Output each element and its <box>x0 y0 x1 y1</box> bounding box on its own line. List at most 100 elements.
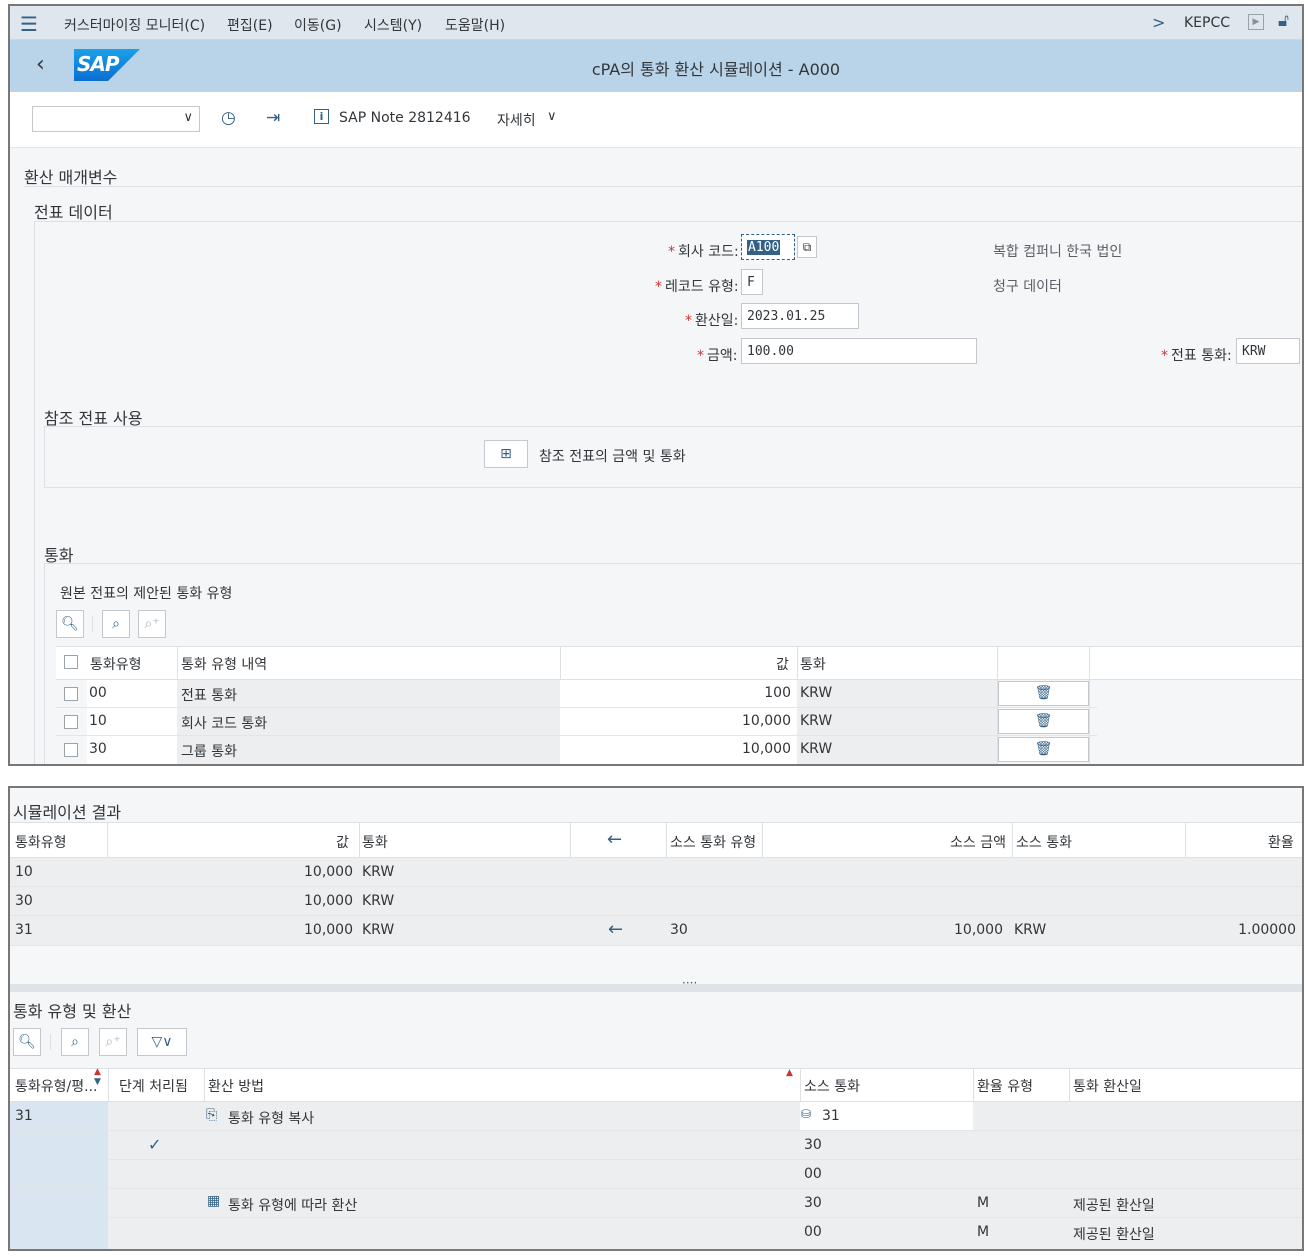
search-next-button[interactable]: ⌕⁺ <box>138 610 166 638</box>
col-source-currency[interactable]: 소스 통화 <box>1016 832 1072 852</box>
conv-search-button[interactable]: ⌕ <box>61 1028 89 1056</box>
divider <box>34 221 1302 222</box>
delete-row-button[interactable]: 🗑︎ <box>998 681 1089 706</box>
more-button[interactable]: 자세히 <box>497 110 536 130</box>
value-cell[interactable]: 10,000 <box>560 708 797 735</box>
currency-type-cell[interactable]: 30 <box>87 736 177 764</box>
col-step-processed[interactable]: 단계 처리됨 <box>119 1076 188 1096</box>
group-border <box>34 221 35 764</box>
record-type-input[interactable]: F <box>741 269 763 295</box>
table-row[interactable]: 00 M 제공된 환산일 <box>10 1218 1302 1247</box>
currency-desc-cell: 그룹 통화 <box>177 736 560 764</box>
delete-row-button[interactable]: 🗑︎ <box>998 709 1089 734</box>
divider <box>24 186 1302 187</box>
table-row[interactable]: 31 ⎘ 통화 유형 복사 ⛁ 31 <box>10 1102 1302 1131</box>
add-reference-icon[interactable]: ⊞ <box>484 440 528 468</box>
table-row[interactable]: 00 전표 통화 100 KRW 🗑︎ <box>56 680 1097 708</box>
search-plus-icon: ⌕⁺ <box>105 1034 121 1050</box>
col-source-currency[interactable]: 소스 통화 <box>804 1076 860 1096</box>
unlock-icon[interactable]: 🔓︎ <box>1278 11 1289 31</box>
col-result-value[interactable]: 값 <box>336 832 349 852</box>
conversion-params-title: 환산 매개변수 <box>24 168 118 187</box>
play-icon[interactable]: ▶ <box>1248 14 1264 30</box>
menu-item-system[interactable]: 시스템(Y) <box>364 15 422 35</box>
search-button[interactable]: ⌕ <box>102 610 130 638</box>
app-toolbar: ∨ ◷ ⇥ i SAP Note 2812416 자세히 ∨ <box>10 92 1302 148</box>
conversion-date-input[interactable]: 2023.01.25 <box>741 303 859 329</box>
currency-cell: KRW <box>797 736 997 764</box>
col-currency-type[interactable]: 통화유형 <box>90 654 142 674</box>
col-source-amount[interactable]: 소스 금액 <box>950 832 1006 852</box>
conversion-date-label: * 환산일: <box>685 313 739 329</box>
results-empty-area <box>10 946 1302 984</box>
conv-search-next-button[interactable]: ⌕⁺ <box>99 1028 127 1056</box>
col-conv-currency-type[interactable]: 통화유형/평... <box>15 1076 99 1096</box>
conv-details-button[interactable]: 🔍︎ <box>13 1028 41 1056</box>
table-row[interactable]: ▦ 통화 유형에 따라 환산 30 M 제공된 환산일 <box>10 1189 1302 1218</box>
select-all-checkbox[interactable] <box>64 655 78 669</box>
splitter-handle-icon: ···· <box>682 976 698 990</box>
row-checkbox[interactable] <box>64 715 78 729</box>
chevron-right-icon[interactable]: > <box>1152 13 1165 32</box>
menu-item-help[interactable]: 도움말(H) <box>445 15 505 35</box>
table-row[interactable]: 00 <box>10 1160 1302 1189</box>
row-checkbox[interactable] <box>64 743 78 757</box>
splitter[interactable]: ···· <box>10 976 1302 992</box>
document-currency-input[interactable]: KRW <box>1236 338 1300 364</box>
table-row[interactable]: 30 그룹 통화 10,000 KRW 🗑︎ <box>56 736 1097 764</box>
more-chevron-down-icon[interactable]: ∨ <box>547 109 557 124</box>
table-row[interactable]: 10 회사 코드 통화 10,000 KRW 🗑︎ <box>56 708 1097 736</box>
source-currency-cell[interactable]: ⛁ 31 <box>800 1102 973 1130</box>
record-type-description: 청구 데이터 <box>993 279 1062 295</box>
chevron-down-icon: ∨ <box>183 110 193 125</box>
reference-amount-currency-button[interactable]: 참조 전표의 금액 및 통화 <box>539 446 686 466</box>
col-source-currency-type[interactable]: 소스 통화 유형 <box>670 832 756 852</box>
amount-input[interactable]: 100.00 <box>741 338 977 364</box>
currency-types-conversion-title: 통화 유형 및 환산 <box>13 1002 132 1021</box>
table-row[interactable]: 10 10,000 KRW <box>10 858 1302 887</box>
company-code-description: 복합 컴퍼니 한국 법인 <box>993 244 1123 260</box>
sort-icon[interactable]: ▲ ▼ <box>94 1067 101 1087</box>
main-window: ☰ 커스터마이징 모니터(C) 편집(E) 이동(G) 시스템(Y) 도움말(H… <box>8 4 1304 766</box>
filter-button[interactable]: ▽∨ <box>137 1028 187 1056</box>
value-cell[interactable]: 100 <box>560 680 797 707</box>
execute-icon[interactable]: ◷ <box>221 108 236 128</box>
value-cell[interactable]: 10,000 <box>560 736 797 764</box>
document-currency-label: * 전표 통화: <box>1161 348 1232 364</box>
variant-dropdown[interactable]: ∨ <box>32 106 200 132</box>
system-id: KEPCC <box>1184 15 1231 31</box>
col-result-currency-type[interactable]: 통화유형 <box>15 832 67 852</box>
company-code-input[interactable]: A100 <box>741 234 795 260</box>
currency-type-cell[interactable]: 10 <box>87 708 177 735</box>
col-exchange-rate[interactable]: 환율 <box>1268 832 1294 852</box>
table-row[interactable]: 31 10,000 KRW ← 30 10,000 KRW 1.00000 <box>10 916 1302 946</box>
col-conversion-method[interactable]: 환산 방법 <box>208 1076 264 1096</box>
table-row[interactable]: 30 10,000 KRW <box>10 887 1302 916</box>
info-icon[interactable]: i <box>314 109 329 124</box>
results-table-header <box>10 822 1302 858</box>
col-value[interactable]: 값 <box>776 654 789 674</box>
arrow-left-icon: ← <box>608 919 624 940</box>
menu-item-edit[interactable]: 편집(E) <box>227 15 273 35</box>
table-row[interactable]: ✓ 30 <box>10 1131 1302 1160</box>
col-conversion-date[interactable]: 통화 환산일 <box>1073 1076 1142 1096</box>
title-bar: ‹ SAP cPA의 통화 환산 시뮬레이션 - A000 <box>10 40 1302 92</box>
row-checkbox[interactable] <box>64 687 78 701</box>
currency-type-cell[interactable]: 00 <box>87 680 177 707</box>
menu-item-goto[interactable]: 이동(G) <box>294 15 342 35</box>
col-currency[interactable]: 통화 <box>800 654 826 674</box>
document-data-title: 전표 데이터 <box>34 203 113 222</box>
export-icon[interactable]: ⇥ <box>266 108 280 128</box>
sap-note-button[interactable]: SAP Note 2812416 <box>339 110 471 126</box>
sort-asc-icon[interactable]: ▲ <box>786 1068 793 1078</box>
col-rate-type[interactable]: 환율 유형 <box>977 1076 1033 1096</box>
hamburger-menu-icon[interactable]: ☰ <box>20 12 38 36</box>
col-result-currency[interactable]: 통화 <box>362 832 388 852</box>
filter-icon: ▽∨ <box>151 1034 173 1050</box>
delete-row-button[interactable]: 🗑︎ <box>998 737 1089 762</box>
menu-item-customizing-monitor[interactable]: 커스터마이징 모니터(C) <box>64 15 205 35</box>
currency-desc-cell: 전표 통화 <box>177 680 560 707</box>
col-currency-type-desc[interactable]: 통화 유형 내역 <box>181 654 267 674</box>
value-help-icon[interactable]: ⧉ <box>797 236 817 258</box>
details-button[interactable]: 🔍︎ <box>56 610 84 638</box>
